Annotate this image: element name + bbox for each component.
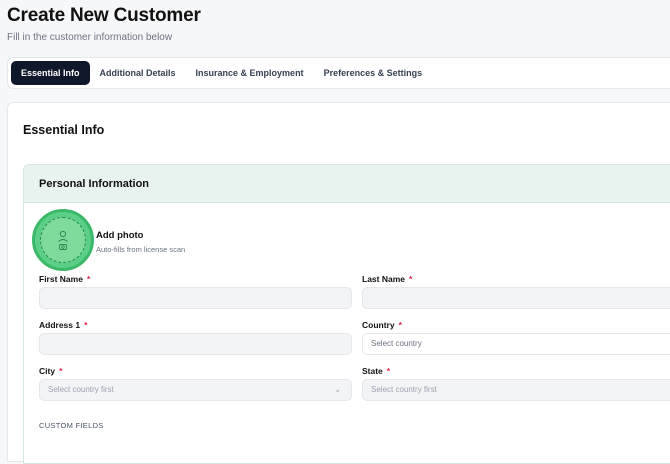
section-title: Personal Information [39, 177, 150, 190]
page-subtitle: Fill in the customer information below [7, 32, 173, 43]
add-photo-hint: Auto-fills from license scan [96, 245, 186, 254]
section-header: Personal Information [24, 165, 670, 203]
tab-insurance-employment[interactable]: Insurance & Employment [186, 61, 314, 85]
tab-bar: Essential Info Additional Details Insura… [7, 57, 670, 89]
city-label: City * [39, 366, 63, 376]
country-select[interactable]: Select country ⌄ [362, 333, 670, 355]
user-camera-icon [58, 230, 68, 250]
page-title: Create New Customer [7, 5, 201, 26]
city-select[interactable]: Select country first ⌄ [39, 379, 352, 401]
required-marker: * [86, 274, 91, 284]
personal-information-section: Personal Information Add photo Auto-fill… [23, 164, 670, 464]
address1-label: Address 1 * [39, 320, 88, 330]
tab-preferences-settings[interactable]: Preferences & Settings [314, 61, 433, 85]
country-label: Country * [362, 320, 402, 330]
last-name-input[interactable] [362, 287, 670, 309]
required-marker: * [386, 366, 391, 376]
essential-info-card: Essential Info Personal Information Add … [7, 102, 670, 464]
address1-input[interactable] [39, 333, 352, 355]
chevron-down-icon: ⌄ [334, 385, 341, 394]
required-marker: * [59, 366, 63, 376]
add-photo-label: Add photo [96, 230, 144, 241]
state-select-value: Select country first [371, 385, 437, 394]
state-label: State * [362, 366, 391, 376]
custom-fields-heading: CUSTOM FIELDS [39, 421, 104, 430]
add-photo-area[interactable]: Add photo Auto-fills from license scan [32, 209, 332, 279]
tab-additional-details[interactable]: Additional Details [90, 61, 186, 85]
card-title: Essential Info [23, 123, 105, 137]
required-marker: * [409, 274, 413, 284]
page-header: Create New Customer Fill in the customer… [7, 4, 201, 43]
last-name-label: Last Name * [362, 274, 413, 284]
country-select-value: Select country [371, 339, 422, 348]
required-marker: * [84, 320, 88, 330]
photo-upload-button[interactable] [32, 209, 94, 271]
tab-essential-info[interactable]: Essential Info [11, 61, 90, 85]
city-select-value: Select country first [48, 385, 114, 394]
first-name-label: First Name * [39, 274, 91, 284]
first-name-input[interactable] [39, 287, 352, 309]
required-marker: * [398, 320, 402, 330]
photo-placeholder [40, 217, 86, 263]
state-select[interactable]: Select country first ⌄ [362, 379, 670, 401]
